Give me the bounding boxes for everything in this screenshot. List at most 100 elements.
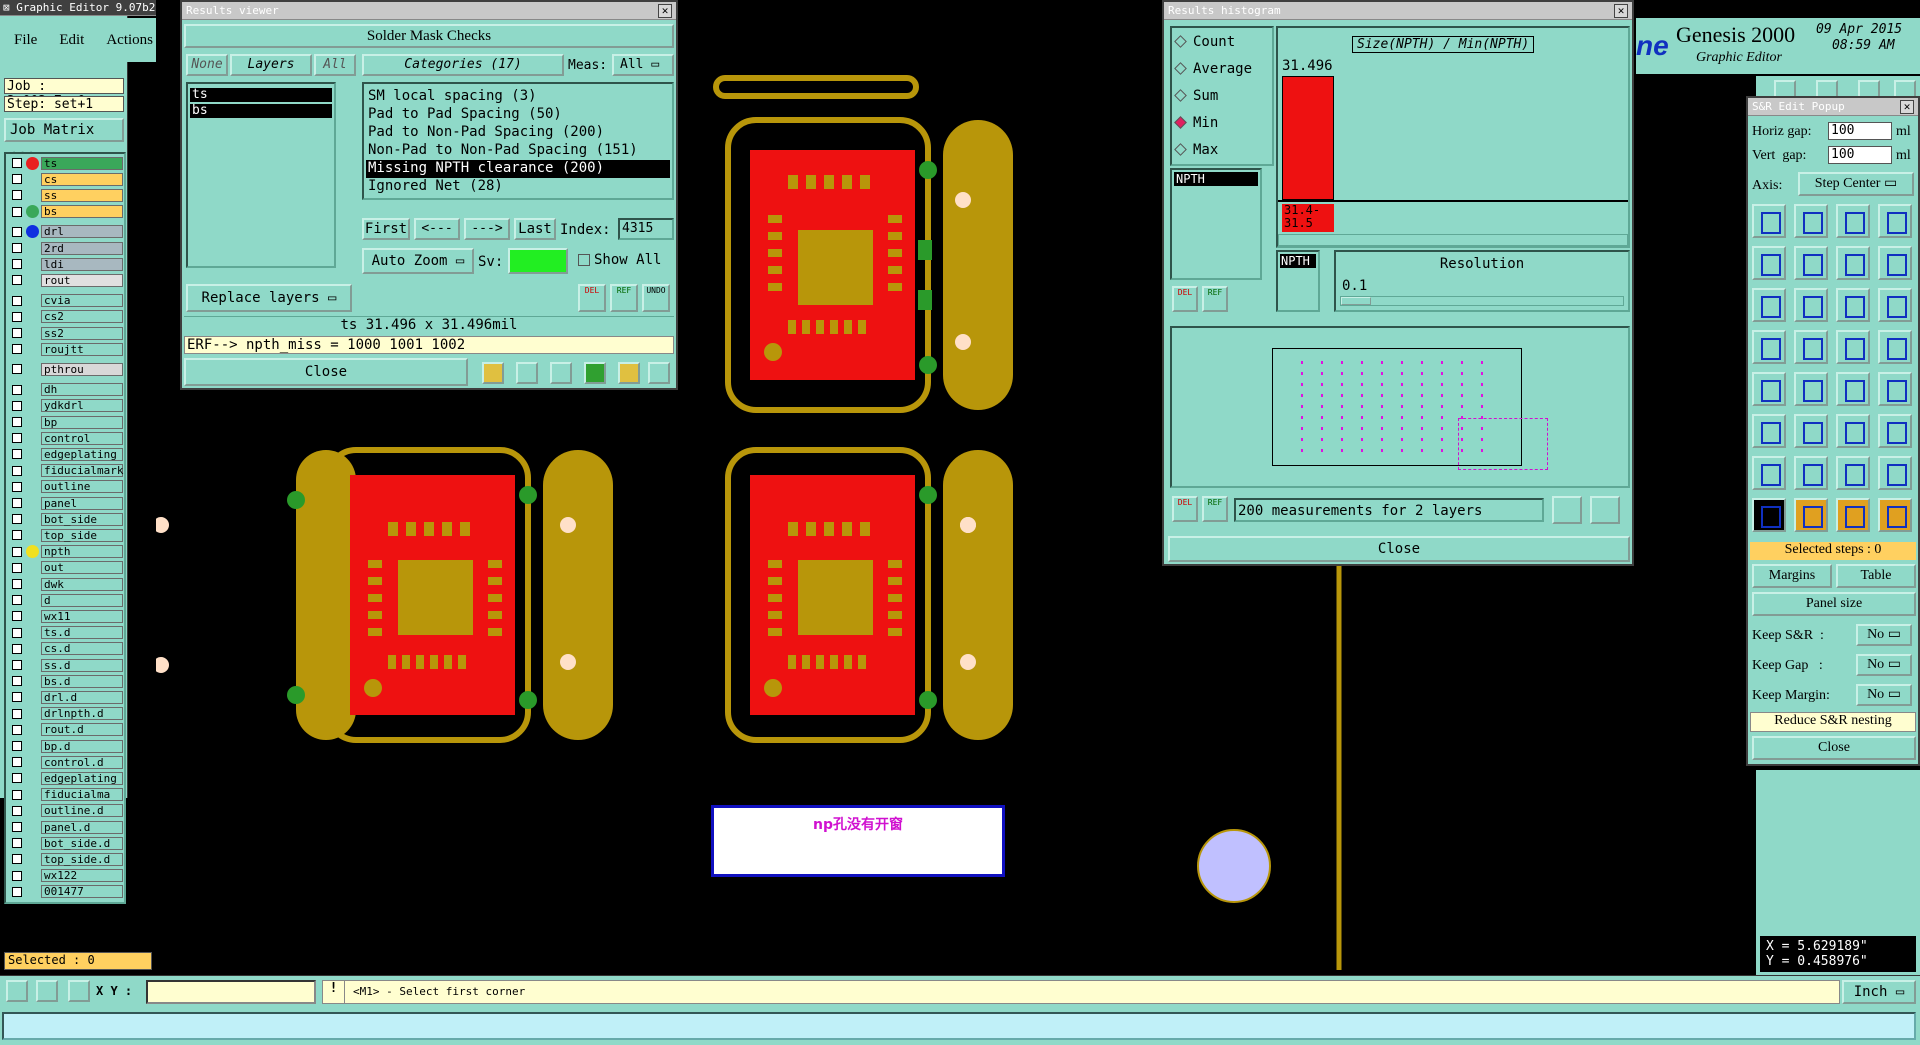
sr-keep-sr-dropdown[interactable]: No ▭ bbox=[1856, 624, 1912, 646]
rv-action-icon-1[interactable] bbox=[482, 362, 504, 384]
layer-row-control[interactable]: control bbox=[12, 431, 123, 445]
layer-name[interactable]: 2rd bbox=[41, 241, 123, 255]
sr-layout-4x4-icon[interactable] bbox=[1878, 204, 1912, 238]
close-icon[interactable]: ✕ bbox=[1614, 4, 1628, 18]
sr-layout-grid-icon[interactable] bbox=[1752, 204, 1786, 238]
layer-row-outline[interactable]: outline bbox=[12, 480, 123, 494]
hist-option-max[interactable]: Max bbox=[1172, 136, 1272, 163]
layer-row-top_side[interactable]: top_side bbox=[12, 528, 123, 542]
menu-actions[interactable]: Actions bbox=[106, 32, 153, 49]
rv-action-icon-3[interactable] bbox=[550, 362, 572, 384]
layer-name[interactable]: out bbox=[41, 561, 123, 575]
rv-layer-list[interactable]: ts bs bbox=[186, 82, 336, 268]
layer-checkbox[interactable] bbox=[12, 838, 22, 849]
sr-arrow-down-icon[interactable] bbox=[1878, 414, 1912, 448]
rv-layers-button[interactable]: Layers bbox=[230, 54, 312, 76]
close-icon[interactable]: ✕ bbox=[658, 4, 672, 18]
layer-row-bs.d[interactable]: bs.d bbox=[12, 674, 123, 688]
hist-bin-label[interactable]: 31.4- 31.5 bbox=[1282, 204, 1334, 232]
sr-center-v-icon[interactable] bbox=[1878, 456, 1912, 490]
sr-flip-v-icon[interactable] bbox=[1836, 246, 1870, 280]
layer-checkbox[interactable] bbox=[12, 611, 22, 622]
sr-rotate-icon[interactable] bbox=[1878, 288, 1912, 322]
sr-spread-v-icon[interactable] bbox=[1794, 456, 1828, 490]
rv-undo-button[interactable]: UNDO bbox=[642, 284, 670, 312]
layer-row-cs.d[interactable]: cs.d bbox=[12, 642, 123, 656]
sr-reduce-button[interactable]: Reduce S&R nesting bbox=[1750, 712, 1916, 732]
layer-name[interactable]: bot_side bbox=[41, 512, 123, 526]
layer-name[interactable]: control.d bbox=[41, 755, 123, 769]
layer-name[interactable]: rout.d bbox=[41, 723, 123, 737]
layer-name[interactable]: ydkdrl bbox=[41, 399, 123, 413]
layer-row-wx11[interactable]: wx11 bbox=[12, 609, 123, 623]
layer-name[interactable]: wx11 bbox=[41, 609, 123, 623]
menu-file[interactable]: File bbox=[14, 32, 37, 49]
layer-row-cs2[interactable]: cs2 bbox=[12, 310, 123, 324]
sr-cross-icon[interactable] bbox=[1878, 246, 1912, 280]
layer-name[interactable]: wx122 bbox=[41, 869, 123, 883]
layer-row-outline.d[interactable]: outline.d bbox=[12, 804, 123, 818]
layer-checkbox[interactable] bbox=[12, 311, 22, 322]
layer-name[interactable]: top_side.d bbox=[41, 852, 123, 866]
layer-checkbox[interactable] bbox=[12, 757, 22, 768]
hist-action-icon-2[interactable] bbox=[1590, 496, 1620, 524]
layer-row-d[interactable]: d bbox=[12, 593, 123, 607]
layer-checkbox[interactable] bbox=[12, 174, 22, 185]
rv-replace-layers-dropdown[interactable]: Replace layers ▭ bbox=[186, 284, 352, 312]
layer-name[interactable]: top_side bbox=[41, 528, 123, 542]
layer-row-control.d[interactable]: control.d bbox=[12, 755, 123, 769]
rv-category-item[interactable]: Non-Pad to Non-Pad Spacing (151) bbox=[366, 142, 670, 160]
layer-row-roujtt[interactable]: roujtt bbox=[12, 342, 123, 356]
sr-stack-b-icon[interactable] bbox=[1794, 330, 1828, 364]
layer-checkbox[interactable] bbox=[12, 724, 22, 735]
hist-ref-button[interactable]: REF bbox=[1202, 286, 1228, 312]
layer-row-dh[interactable]: dh bbox=[12, 383, 123, 397]
layer-checkbox[interactable] bbox=[12, 190, 22, 201]
layer-name[interactable]: fiducialma bbox=[41, 788, 123, 802]
layer-name[interactable]: cs2 bbox=[41, 310, 123, 324]
layer-name[interactable]: cvia bbox=[41, 294, 123, 308]
layer-name[interactable]: 001477 bbox=[41, 885, 123, 899]
layer-checkbox[interactable] bbox=[12, 384, 22, 395]
rv-action-icon-4[interactable] bbox=[584, 362, 606, 384]
rv-category-item[interactable]: Pad to Pad Spacing (50) bbox=[366, 106, 670, 124]
sr-corner-a-icon[interactable] bbox=[1752, 246, 1786, 280]
layer-checkbox[interactable] bbox=[12, 226, 22, 237]
layer-name[interactable]: ts bbox=[41, 156, 123, 170]
layer-row-cs[interactable]: cs bbox=[12, 172, 123, 186]
layer-row-fiducialmark[interactable]: fiducialmark bbox=[12, 464, 123, 478]
hist-action-icon-1[interactable] bbox=[1552, 496, 1582, 524]
rv-show-all-checkbox[interactable] bbox=[578, 254, 590, 266]
sr-layout-split-icon[interactable] bbox=[1836, 204, 1870, 238]
hist-close-button[interactable]: Close bbox=[1168, 536, 1630, 562]
sr-mirror-c-icon[interactable] bbox=[1836, 288, 1870, 322]
sr-panel-size-button[interactable]: Panel size bbox=[1752, 592, 1916, 616]
rv-all-button[interactable]: All bbox=[314, 54, 356, 76]
layer-row-ss.d[interactable]: ss.d bbox=[12, 658, 123, 672]
layer-row-drlnpth.d[interactable]: drlnpth.d bbox=[12, 707, 123, 721]
layer-row-001477[interactable]: 001477 bbox=[12, 885, 123, 899]
layer-name[interactable]: bot_side.d bbox=[41, 836, 123, 850]
rv-auto-zoom-dropdown[interactable]: Auto Zoom ▭ bbox=[362, 248, 474, 274]
layer-checkbox[interactable] bbox=[12, 805, 22, 816]
rv-sv-color[interactable] bbox=[508, 248, 568, 274]
rv-action-icon-2[interactable] bbox=[516, 362, 538, 384]
rv-prev-button[interactable]: <--- bbox=[414, 218, 460, 240]
rv-index-input[interactable]: 4315 bbox=[618, 218, 674, 240]
rv-next-button[interactable]: ---> bbox=[464, 218, 510, 240]
layer-checkbox[interactable] bbox=[12, 530, 22, 541]
sr-keep-gap-dropdown[interactable]: No ▭ bbox=[1856, 654, 1912, 676]
hist-del-button-2[interactable]: DEL bbox=[1172, 496, 1198, 522]
layer-checkbox[interactable] bbox=[12, 595, 22, 606]
layer-name[interactable]: rout bbox=[41, 273, 123, 287]
layer-name[interactable]: ts.d bbox=[41, 626, 123, 640]
layer-row-rout[interactable]: rout bbox=[12, 273, 123, 287]
layer-row-ts[interactable]: ts bbox=[12, 156, 123, 170]
layer-row-edgeplating[interactable]: edgeplating bbox=[12, 771, 123, 785]
rv-categories-button[interactable]: Categories (17) bbox=[362, 54, 564, 76]
layer-name[interactable]: d bbox=[41, 593, 123, 607]
layer-checkbox[interactable] bbox=[12, 822, 22, 832]
rv-category-item[interactable]: Pad to Non-Pad Spacing (200) bbox=[366, 124, 670, 142]
sr-stack-d-icon[interactable] bbox=[1878, 330, 1912, 364]
rv-last-button[interactable]: Last bbox=[514, 218, 556, 240]
